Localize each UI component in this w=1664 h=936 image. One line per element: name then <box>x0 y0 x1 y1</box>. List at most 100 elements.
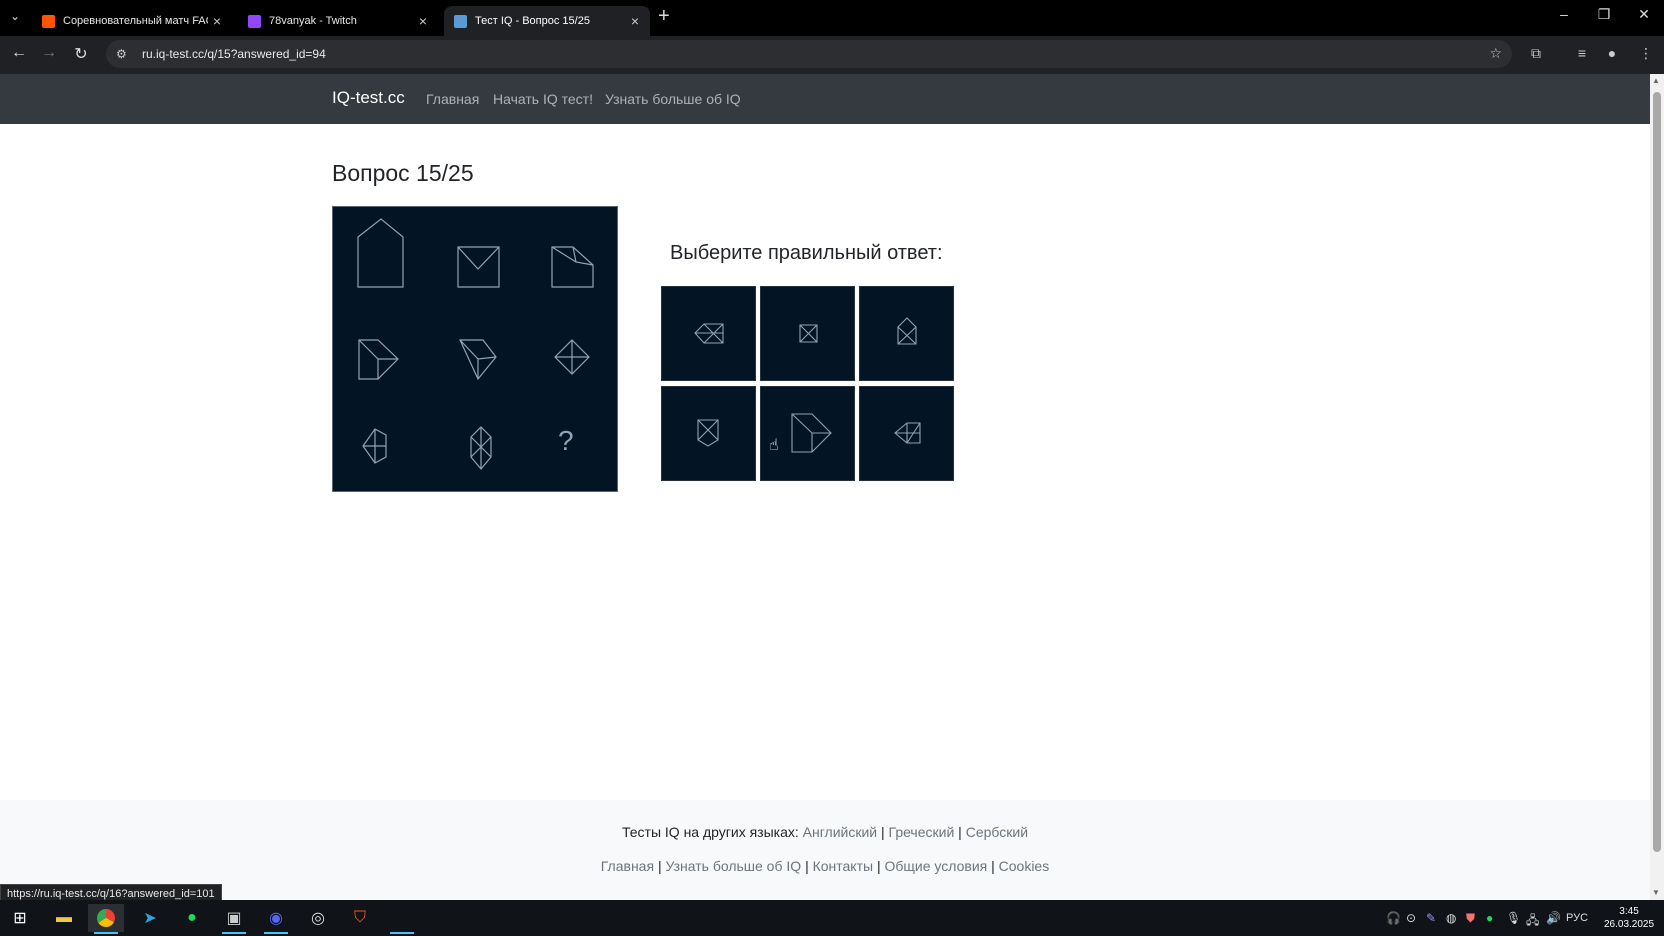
spotify-icon[interactable]: ● <box>174 904 210 932</box>
profile-icon[interactable]: ● <box>1602 45 1622 61</box>
tab-title: Соревновательный матч FACEIT <box>63 15 208 27</box>
footer-lang-greek[interactable]: Греческий <box>889 824 955 840</box>
media-controls-icon[interactable]: ≡ <box>1572 45 1592 61</box>
new-tab-icon[interactable]: + <box>658 5 670 28</box>
separator: | <box>657 858 662 874</box>
tab-title: 78vanyak - Twitch <box>269 15 357 27</box>
answer-option-2[interactable] <box>760 286 855 381</box>
answer-options: ☝ <box>661 286 957 482</box>
twitch-favicon-icon <box>248 14 261 28</box>
faceit-favicon-icon <box>42 14 55 28</box>
browser-tab-twitch[interactable]: 78vanyak - Twitch × <box>238 6 438 36</box>
separator: | <box>958 824 962 840</box>
network-icon[interactable]: 🖧 <box>1526 911 1539 932</box>
mouse-pointer-hand-icon: ☝ <box>769 437 779 454</box>
chrome-icon[interactable] <box>88 904 124 934</box>
close-window-icon[interactable]: ✕ <box>1629 6 1659 23</box>
minimize-icon[interactable]: – <box>1549 6 1579 22</box>
puzzle-cell-1-1 <box>357 218 404 288</box>
scroll-down-icon[interactable]: ▼ <box>1652 888 1660 897</box>
site-navbar: IQ-test.cc Главная Начать IQ тест! Узнат… <box>0 74 1650 124</box>
game-client-icon[interactable]: ◎ <box>300 904 336 932</box>
tray-app-icon[interactable]: ⊙ <box>1406 911 1416 925</box>
nav-link-about-iq[interactable]: Узнать больше об IQ <box>605 91 741 107</box>
clock-date: 26.03.2025 <box>1604 919 1655 930</box>
tab-search-icon[interactable]: ⌄ <box>10 9 20 23</box>
footer-languages: Тесты IQ на других языках: Английский | … <box>0 824 1650 840</box>
answer-prompt: Выберите правильный ответ: <box>670 242 943 264</box>
question-title: Вопрос 15/25 <box>332 160 474 186</box>
footer-link-cookies[interactable]: Cookies <box>999 858 1050 874</box>
nav-link-start-test[interactable]: Начать IQ тест! <box>493 91 593 107</box>
footer-links: Главная | Узнать больше об IQ | Контакты… <box>0 858 1650 874</box>
answer-option-5[interactable]: ☝ <box>760 386 855 481</box>
system-clock[interactable]: 3:45 26.03.2025 <box>1604 905 1654 931</box>
tab-title: Тест IQ - Вопрос 15/25 <box>475 15 590 27</box>
reload-icon[interactable]: ↻ <box>70 44 92 64</box>
headphones-icon[interactable]: 🎧 <box>1386 911 1401 925</box>
puzzle-cell-2-3 <box>554 339 590 375</box>
windows-taskbar: ⊞ ▬ ➤ ● ▣ ◉ ◎ ⛉ 🎧 ⊙ ✎ ◍ ⛊ ● 🎙 🖧 🔊 РУС 3:… <box>0 900 1664 936</box>
pen-icon[interactable]: ✎ <box>1426 911 1436 925</box>
close-tab-icon[interactable]: × <box>208 13 226 29</box>
puzzle-cell-3-2 <box>470 426 492 470</box>
discord-icon[interactable]: ◉ <box>258 904 294 934</box>
browser-toolbar: ← → ↻ ⚙ ru.iq-test.cc/q/15?answered_id=9… <box>0 36 1664 74</box>
forward-icon[interactable]: → <box>38 44 60 62</box>
puzzle-cell-1-3 <box>551 246 594 288</box>
browser-tab-iq-test[interactable]: Тест IQ - Вопрос 15/25 × <box>444 6 650 36</box>
shield-icon[interactable]: ⛊ <box>1466 911 1475 926</box>
browser-tab-faceit[interactable]: Соревновательный матч FACEIT × <box>32 6 232 36</box>
missing-cell-question-mark: ? <box>558 425 574 456</box>
answer-option-6[interactable] <box>859 386 954 481</box>
separator: | <box>991 858 995 874</box>
nav-link-home[interactable]: Главная <box>426 91 479 107</box>
menu-kebab-icon[interactable]: ⋮ <box>1636 45 1656 62</box>
puzzle-cell-2-1 <box>358 339 399 380</box>
close-tab-icon[interactable]: × <box>414 13 432 29</box>
restore-icon[interactable]: ❐ <box>1589 6 1619 23</box>
window-app-icon[interactable]: ▣ <box>216 904 252 934</box>
page-scrollbar[interactable]: ▲ ▼ <box>1650 74 1664 900</box>
brave-icon[interactable]: ⛉ <box>342 904 378 932</box>
puzzle-cell-2-2 <box>459 339 497 381</box>
url-text: ru.iq-test.cc/q/15?answered_id=94 <box>142 47 326 61</box>
footer-lang-serbian[interactable]: Сербский <box>966 824 1028 840</box>
footer-lang-english[interactable]: Английский <box>803 824 877 840</box>
separator: | <box>876 858 881 874</box>
input-language[interactable]: РУС <box>1566 912 1588 924</box>
puzzle-matrix: ? <box>332 206 618 492</box>
extensions-icon[interactable]: ⧉ <box>1526 45 1546 62</box>
browser-tab-bar: ⌄ Соревновательный матч FACEIT × 78vanya… <box>0 0 1664 36</box>
footer-link-contacts[interactable]: Контакты <box>813 858 873 874</box>
footer-link-terms[interactable]: Общие условия <box>885 858 988 874</box>
address-bar[interactable]: ⚙ ru.iq-test.cc/q/15?answered_id=94 ☆ <box>106 40 1512 68</box>
close-tab-icon[interactable]: × <box>626 13 644 29</box>
file-explorer-icon[interactable]: ▬ <box>46 904 82 932</box>
microphone-icon[interactable]: 🎙 <box>1506 911 1521 925</box>
volume-icon[interactable]: 🔊 <box>1546 911 1561 925</box>
site-info-icon[interactable]: ⚙ <box>116 47 134 61</box>
footer-link-about-iq[interactable]: Узнать больше об IQ <box>665 858 801 874</box>
puzzle-cell-3-1 <box>362 428 387 464</box>
telegram-icon[interactable]: ➤ <box>132 904 168 932</box>
iq-test-favicon-icon <box>454 14 467 28</box>
clock-time: 3:45 <box>1619 906 1639 917</box>
scrollbar-thumb[interactable] <box>1653 92 1661 852</box>
site-footer: Тесты IQ на других языках: Английский | … <box>0 800 1650 900</box>
bookmark-star-icon[interactable]: ☆ <box>1489 45 1502 62</box>
steam-icon[interactable]: ◍ <box>1446 911 1456 925</box>
back-icon[interactable]: ← <box>8 44 30 62</box>
spotify-tray-icon[interactable]: ● <box>1486 911 1493 925</box>
footer-link-home[interactable]: Главная <box>601 858 654 874</box>
windows-start-icon[interactable]: ⊞ <box>2 904 38 932</box>
footer-lang-prefix: Тесты IQ на других языках: <box>621 824 799 840</box>
separator: | <box>805 858 809 874</box>
answer-option-1[interactable] <box>661 286 756 381</box>
answer-option-4[interactable] <box>661 386 756 481</box>
taskbar-active-app-icon[interactable] <box>384 904 420 934</box>
answer-option-3[interactable] <box>859 286 954 381</box>
site-brand-link[interactable]: IQ-test.cc <box>332 88 405 108</box>
puzzle-cell-1-2 <box>457 246 500 288</box>
scroll-up-icon[interactable]: ▲ <box>1652 76 1660 85</box>
